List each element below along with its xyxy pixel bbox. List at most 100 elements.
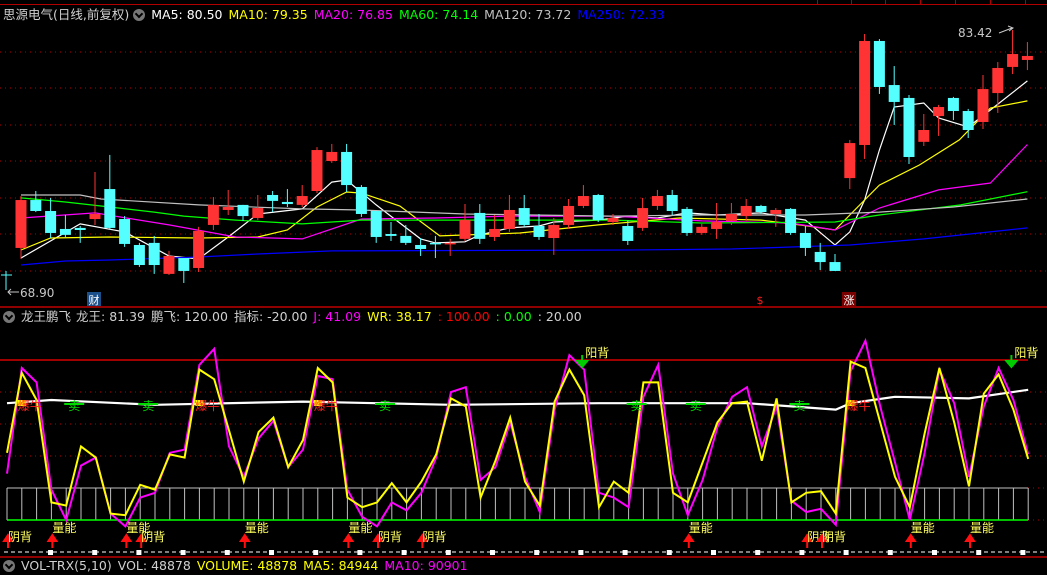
candle-body xyxy=(829,262,841,271)
volume-tick xyxy=(490,550,495,555)
candle xyxy=(637,197,649,231)
candle xyxy=(651,189,663,210)
candle xyxy=(355,185,367,217)
candle xyxy=(341,143,353,193)
marker-finance: 财 xyxy=(89,293,100,307)
candle-body xyxy=(133,244,145,266)
candle xyxy=(947,96,959,121)
candle-body xyxy=(577,196,589,206)
candle-body xyxy=(459,220,471,239)
candle xyxy=(799,225,811,256)
candle-body xyxy=(962,111,974,130)
candle-body xyxy=(711,221,723,229)
candle-body xyxy=(933,107,945,117)
candle-body xyxy=(977,89,989,122)
candle xyxy=(45,197,57,239)
candle-body xyxy=(30,200,42,212)
candle xyxy=(326,143,338,163)
candle xyxy=(474,204,486,244)
candle-body xyxy=(489,228,501,237)
candle xyxy=(429,235,441,259)
candle xyxy=(859,34,871,159)
candle xyxy=(119,216,131,247)
volume-tick xyxy=(622,550,628,555)
candle-body xyxy=(563,205,575,225)
volume-tick xyxy=(711,550,716,555)
signal-volume-energy: 量能 xyxy=(689,521,713,535)
volume-tick xyxy=(578,550,584,555)
volume-tick xyxy=(357,550,363,555)
candle xyxy=(666,189,678,216)
candle-body xyxy=(548,224,560,239)
candle-body xyxy=(400,235,412,243)
arrow-up-icon xyxy=(964,533,976,548)
candle xyxy=(592,193,604,222)
volume-tick xyxy=(887,550,893,555)
signal-yinbei: 阴背 xyxy=(8,530,32,544)
candle-body xyxy=(918,130,930,142)
candle-body xyxy=(415,244,427,249)
candle xyxy=(977,74,989,129)
candle-body xyxy=(814,251,826,263)
candle xyxy=(962,108,974,139)
candle-body xyxy=(296,196,308,205)
candle-body xyxy=(474,212,486,239)
signal-bull: 爆牛 xyxy=(195,398,219,413)
candle-body xyxy=(696,226,708,233)
candle-body xyxy=(1007,54,1019,67)
candle xyxy=(844,139,856,190)
candle xyxy=(696,223,708,235)
candle-body xyxy=(370,211,382,237)
volume-tick xyxy=(313,550,319,555)
arrow-up-icon xyxy=(238,533,251,548)
candle-body xyxy=(74,227,86,230)
volume-tick xyxy=(799,550,805,555)
signal-sell: 卖 xyxy=(793,399,805,413)
candle xyxy=(148,235,160,274)
candle-body xyxy=(89,213,101,220)
signal-volume-energy: 量能 xyxy=(911,521,935,535)
candle xyxy=(903,94,915,164)
candle-body xyxy=(15,200,27,248)
candle-body xyxy=(341,151,353,186)
candle xyxy=(267,190,279,213)
arrow-up-icon xyxy=(904,533,917,548)
signal-volume-energy: 量能 xyxy=(52,521,76,535)
volume-tick xyxy=(976,550,982,555)
signal-volume-energy: 量能 xyxy=(970,521,994,535)
volume-tick xyxy=(136,550,142,555)
signal-sell: 卖 xyxy=(690,399,702,413)
candle-body xyxy=(607,217,619,222)
candle-body xyxy=(622,225,634,241)
signal-bull: 爆牛 xyxy=(314,398,338,413)
signal-yangbei: 阳背 xyxy=(585,346,609,360)
candle-body xyxy=(903,97,915,158)
candle xyxy=(207,197,219,230)
candle-body xyxy=(385,234,397,236)
candle-body xyxy=(119,219,131,244)
volume-tick xyxy=(534,550,540,555)
candle-body xyxy=(888,85,900,102)
candle-body xyxy=(503,209,515,229)
signal-volume-energy: 量能 xyxy=(348,521,372,535)
ma-line-ma10 xyxy=(20,100,1028,251)
stock-chart[interactable]: 83.4268.90财 $ 涨爆牛卖卖爆牛 爆牛卖卖卖卖爆牛阳背 阳背阴背量能 量能阴背量… xyxy=(0,0,1047,563)
candle-body xyxy=(104,189,116,228)
candle xyxy=(400,224,412,245)
candle-body xyxy=(252,208,264,218)
candle xyxy=(888,66,900,125)
candle xyxy=(370,211,382,243)
signal-yinbei: 阴背 xyxy=(141,530,165,544)
candle xyxy=(178,258,190,283)
candle-body xyxy=(740,205,752,217)
candle-body xyxy=(666,194,678,212)
candle xyxy=(563,198,575,229)
candle-body xyxy=(267,194,279,201)
signal-yinbei: 阴背 xyxy=(378,530,402,544)
candle xyxy=(222,189,234,216)
candle xyxy=(503,194,515,232)
candle-body xyxy=(844,143,856,179)
volume-tick xyxy=(224,550,230,555)
volume-tick xyxy=(445,550,451,555)
crosshair-icon xyxy=(1,271,12,290)
